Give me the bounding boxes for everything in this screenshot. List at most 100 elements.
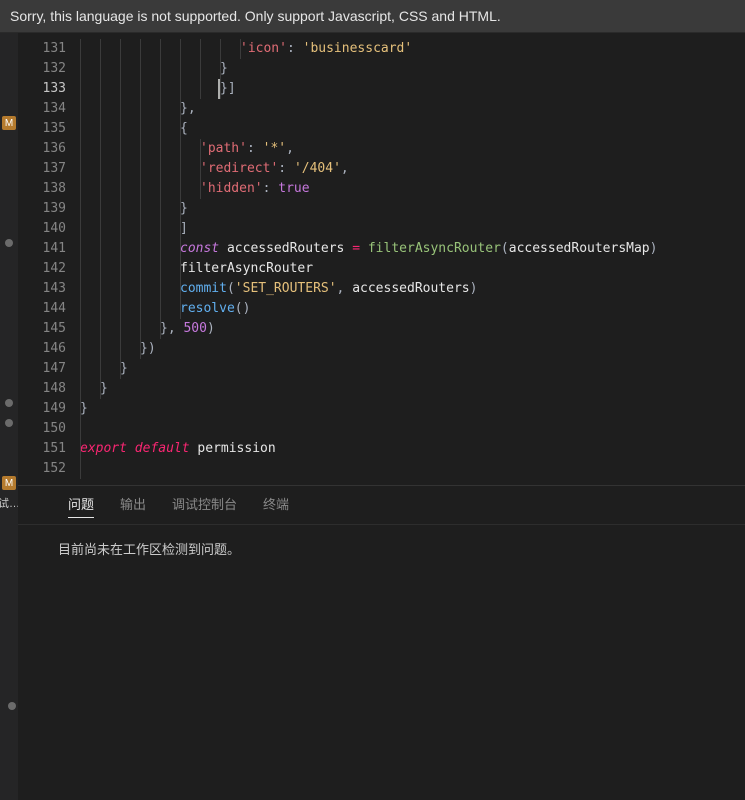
line-number: 152 [22, 459, 66, 479]
code-text: }) [80, 341, 156, 356]
code-line[interactable]: }, [80, 99, 745, 119]
indent-guide [200, 179, 201, 199]
indent-guide [100, 159, 101, 179]
indent-guide [160, 199, 161, 219]
indent-guide [160, 99, 161, 119]
indent-guide [140, 219, 141, 239]
indent-guide [180, 299, 181, 319]
activity-item[interactable] [0, 333, 18, 353]
code-line[interactable]: 'redirect': '/404', [80, 159, 745, 179]
line-number: 151 [22, 439, 66, 459]
code-line[interactable]: 'hidden': true [80, 179, 745, 199]
code-line[interactable] [80, 459, 745, 479]
activity-item[interactable] [0, 93, 18, 113]
code-line[interactable]: 'path': '*', [80, 139, 745, 159]
activity-item[interactable] [0, 353, 18, 373]
code-text: ] [80, 221, 188, 236]
code-line[interactable]: { [80, 119, 745, 139]
code-line[interactable]: export default permission [80, 439, 745, 459]
indent-guide [160, 219, 161, 239]
indent-guide [120, 59, 121, 79]
code-line[interactable]: ] [80, 219, 745, 239]
indent-guide [200, 159, 201, 179]
activity-item[interactable] [0, 153, 18, 173]
indent-guide [80, 79, 81, 99]
indent-guide [120, 119, 121, 139]
line-number: 139 [22, 199, 66, 219]
code-line[interactable]: const accessedRouters = filterAsyncRoute… [80, 239, 745, 259]
code-line[interactable]: } [80, 379, 745, 399]
indent-guide [100, 79, 101, 99]
activity-item[interactable]: M [0, 473, 18, 493]
code-line[interactable]: } [80, 399, 745, 419]
activity-item[interactable] [0, 193, 18, 213]
vertical-scrollbar[interactable] [733, 33, 743, 485]
activity-item[interactable] [0, 413, 18, 433]
line-number: 136 [22, 139, 66, 159]
indent-guide [180, 159, 181, 179]
line-number: 145 [22, 319, 66, 339]
code-line[interactable] [80, 419, 745, 439]
activity-item[interactable] [0, 433, 18, 453]
code-line[interactable]: }, 500) [80, 319, 745, 339]
activity-item[interactable] [0, 233, 18, 253]
code-line[interactable]: }] [80, 79, 745, 99]
activity-item[interactable] [0, 133, 18, 153]
activity-item[interactable]: M [0, 113, 18, 133]
sidebar-dot-icon [8, 702, 16, 710]
bottom-panel: 问题输出调试控制台终端 目前尚未在工作区检测到问题。 [18, 485, 745, 800]
indent-guide [80, 419, 81, 439]
code-content[interactable]: 'icon': 'businesscard'}}]},{'path': '*',… [76, 33, 745, 485]
activity-item[interactable] [0, 453, 18, 473]
indent-guide [120, 79, 121, 99]
indent-guide [160, 59, 161, 79]
code-line[interactable]: resolve() [80, 299, 745, 319]
activity-item[interactable] [0, 213, 18, 233]
code-line[interactable]: 'icon': 'businesscard' [80, 39, 745, 59]
activity-item[interactable] [0, 273, 18, 293]
indent-guide [180, 79, 181, 99]
indent-guide [120, 99, 121, 119]
activity-item[interactable] [0, 373, 18, 393]
panel-tab[interactable]: 问题 [68, 494, 94, 518]
line-number: 140 [22, 219, 66, 239]
code-line[interactable]: filterAsyncRouter [80, 259, 745, 279]
indent-guide [140, 79, 141, 99]
code-editor[interactable]: 1311321331341351361371381391401411421431… [18, 33, 745, 485]
activity-item[interactable] [0, 293, 18, 313]
code-line[interactable]: } [80, 359, 745, 379]
indent-guide [100, 319, 101, 339]
activity-item[interactable] [0, 173, 18, 193]
indent-guide [100, 139, 101, 159]
code-line[interactable]: } [80, 199, 745, 219]
code-line[interactable]: }) [80, 339, 745, 359]
indent-guide [120, 39, 121, 59]
panel-tab[interactable]: 输出 [120, 494, 146, 518]
modified-badge-icon: M [2, 116, 16, 130]
line-number: 132 [22, 59, 66, 79]
indent-guide [180, 139, 181, 159]
line-number: 135 [22, 119, 66, 139]
panel-empty-area [18, 572, 745, 800]
indent-guide [140, 339, 141, 359]
code-line[interactable]: } [80, 59, 745, 79]
panel-tab[interactable]: 调试控制台 [172, 494, 237, 518]
indent-guide [140, 119, 141, 139]
code-line[interactable]: commit('SET_ROUTERS', accessedRouters) [80, 279, 745, 299]
indent-guide [180, 199, 181, 219]
indent-guide [200, 139, 201, 159]
indent-guide [220, 39, 221, 59]
activity-item[interactable]: 试… [0, 493, 18, 513]
activity-item[interactable] [0, 393, 18, 413]
indent-guide [80, 319, 81, 339]
indent-guide [140, 259, 141, 279]
activity-item[interactable] [0, 253, 18, 273]
indent-guide [140, 319, 141, 339]
indent-guide [80, 299, 81, 319]
code-text: 'hidden': true [80, 181, 310, 196]
dot-icon [5, 239, 13, 247]
panel-tab[interactable]: 终端 [263, 494, 289, 518]
cursor-icon [218, 79, 220, 99]
activity-item[interactable] [0, 313, 18, 333]
indent-guide [100, 99, 101, 119]
